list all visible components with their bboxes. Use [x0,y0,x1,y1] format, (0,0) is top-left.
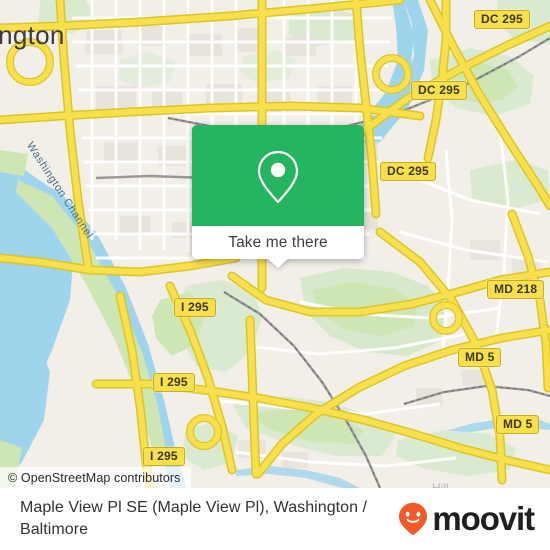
location-callout-card[interactable]: Take me there [192,125,364,268]
map-pin-icon [257,150,299,203]
shield-md-218[interactable]: MD 218 [487,280,545,299]
shield-i-295-south[interactable]: I 295 [143,447,185,466]
map-attribution[interactable]: © OpenStreetMap contributors [0,467,191,488]
shield-md-5-north[interactable]: MD 5 [458,348,502,367]
shield-dc-295-mid[interactable]: DC 295 [411,81,467,100]
attribution-text: © OpenStreetMap contributors [8,470,181,485]
footer-bar: Maple View Pl SE (Maple View Pl), Washin… [0,488,550,550]
shield-i-295-mid[interactable]: I 295 [153,373,195,392]
moovit-wordmark: moovit [432,500,535,537]
shield-dc-295-south[interactable]: DC 295 [380,162,436,181]
screenshot-root: ington Washington Channel Hill DC 295 DC… [0,0,550,550]
shield-i-295-north[interactable]: I 295 [174,298,216,317]
callout-icon-area [192,125,364,226]
location-title: Maple View Pl SE (Maple View Pl), Washin… [20,499,368,538]
shield-md-5-south[interactable]: MD 5 [496,415,540,434]
moovit-brand[interactable]: moovit [398,500,535,537]
take-me-there-label: Take me there [228,233,328,251]
moovit-smiley-pin-icon [399,502,428,536]
map-canvas[interactable]: ington Washington Channel Hill DC 295 DC… [0,0,550,488]
callout-tail-pointer [267,258,289,268]
shield-dc-295-north[interactable]: DC 295 [474,10,530,29]
callout-action-area[interactable]: Take me there [192,226,364,268]
